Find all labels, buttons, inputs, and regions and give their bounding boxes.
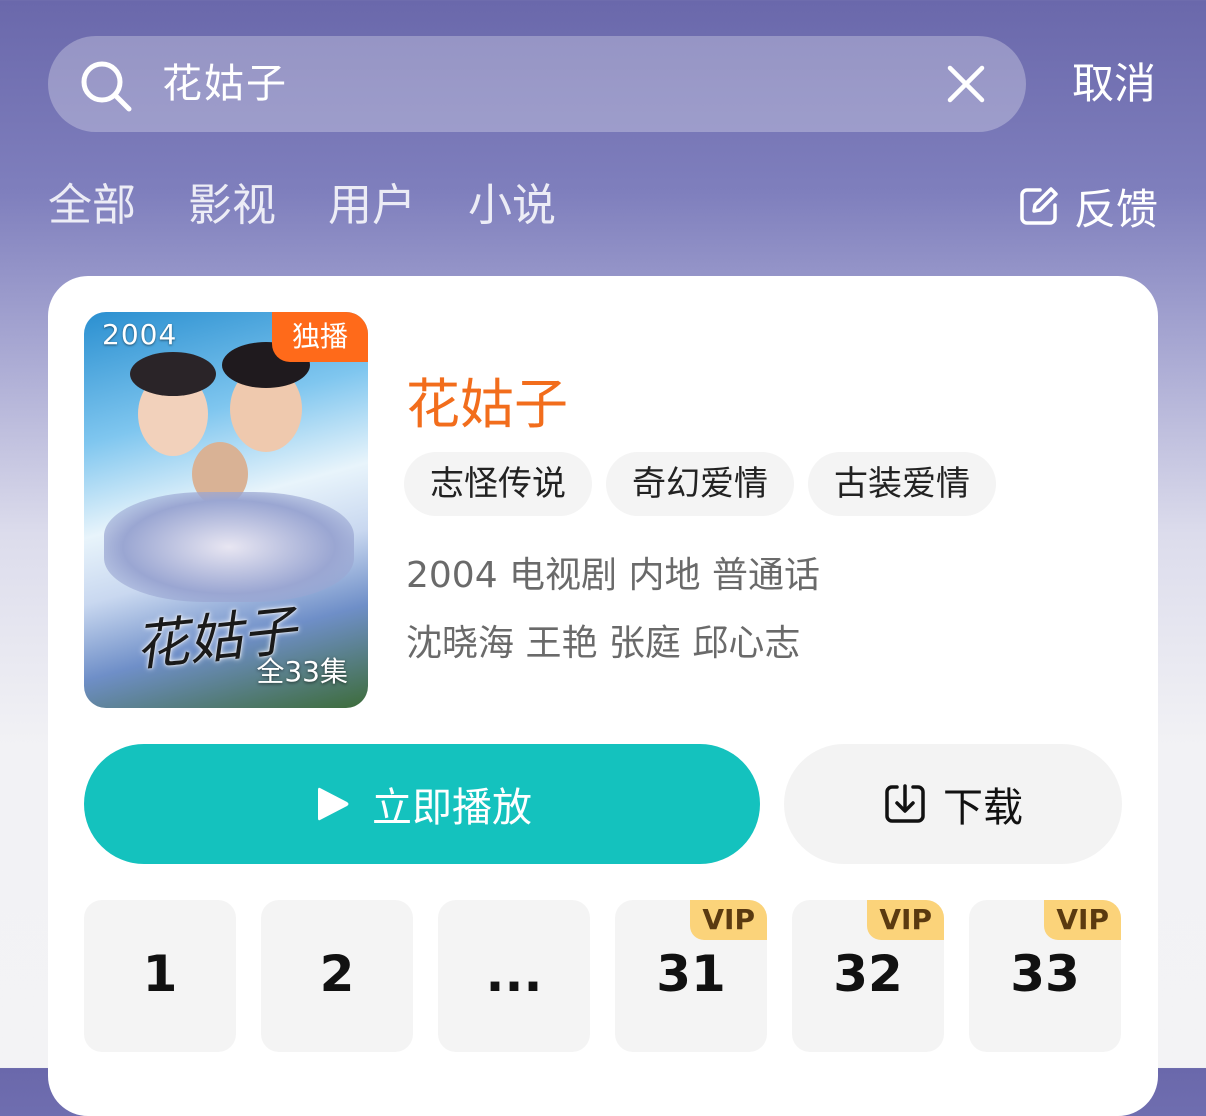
genre-tag[interactable]: 古装爱情 (808, 452, 996, 516)
vip-badge: VIP (867, 900, 944, 940)
episode-number: 1 (142, 945, 178, 1003)
poster-figure-group (104, 492, 354, 602)
exclusive-badge: 独播 (272, 312, 368, 362)
genre-tag[interactable]: 志怪传说 (404, 452, 592, 516)
episode-number: ... (485, 945, 543, 1003)
show-meta: 2004 电视剧 内地 普通话 (406, 555, 820, 596)
download-button[interactable]: 下载 (784, 744, 1122, 864)
category-tabs: 全部 影视 用户 小说 (48, 176, 608, 236)
episode-count: 全33集 (256, 655, 348, 688)
close-icon[interactable] (946, 64, 986, 104)
tab-video[interactable]: 影视 (188, 176, 276, 236)
vip-badge: VIP (690, 900, 767, 940)
download-label: 下载 (943, 785, 1023, 831)
tab-users[interactable]: 用户 (328, 176, 416, 236)
feedback-label: 反馈 (1074, 184, 1159, 234)
show-title[interactable]: 花姑子 (406, 360, 568, 439)
poster-image[interactable]: 2004 独播 花姑子 全33集 (84, 312, 368, 708)
poster-year: 2004 (102, 318, 178, 351)
cancel-button[interactable]: 取消 (1072, 36, 1156, 132)
episode-button[interactable]: 31 VIP (615, 900, 767, 1052)
tab-novels[interactable]: 小说 (468, 176, 556, 236)
poster-figure-left-hair (130, 352, 216, 396)
play-icon (318, 787, 349, 821)
search-icon (81, 61, 132, 112)
result-card: 2004 独播 花姑子 全33集 花姑子 志怪传说 奇幻爱情 古装爱情 2004… (48, 276, 1158, 1116)
episode-number: 2 (319, 945, 355, 1003)
play-button[interactable]: 立即播放 (84, 744, 760, 864)
episode-button[interactable]: 1 (84, 900, 236, 1052)
episode-more-button[interactable]: ... (438, 900, 590, 1052)
download-icon (885, 784, 925, 823)
vip-badge: VIP (1044, 900, 1121, 940)
episode-list: 1 2 ... 31 VIP 32 VIP 33 VIP (84, 900, 1121, 1052)
show-cast: 沈晓海 王艳 张庭 邱心志 (406, 623, 801, 664)
episode-button[interactable]: 33 VIP (969, 900, 1121, 1052)
genre-tags: 志怪传说 奇幻爱情 古装爱情 (404, 452, 1010, 516)
edit-icon (1020, 187, 1058, 225)
search-input[interactable]: 花姑子 (162, 36, 288, 132)
feedback-button[interactable]: 反馈 (1018, 178, 1158, 234)
episode-button[interactable]: 32 VIP (792, 900, 944, 1052)
search-bar[interactable]: 花姑子 (48, 36, 1026, 132)
episode-button[interactable]: 2 (261, 900, 413, 1052)
play-label: 立即播放 (372, 785, 532, 831)
genre-tag[interactable]: 奇幻爱情 (606, 452, 794, 516)
tab-all[interactable]: 全部 (48, 176, 136, 236)
